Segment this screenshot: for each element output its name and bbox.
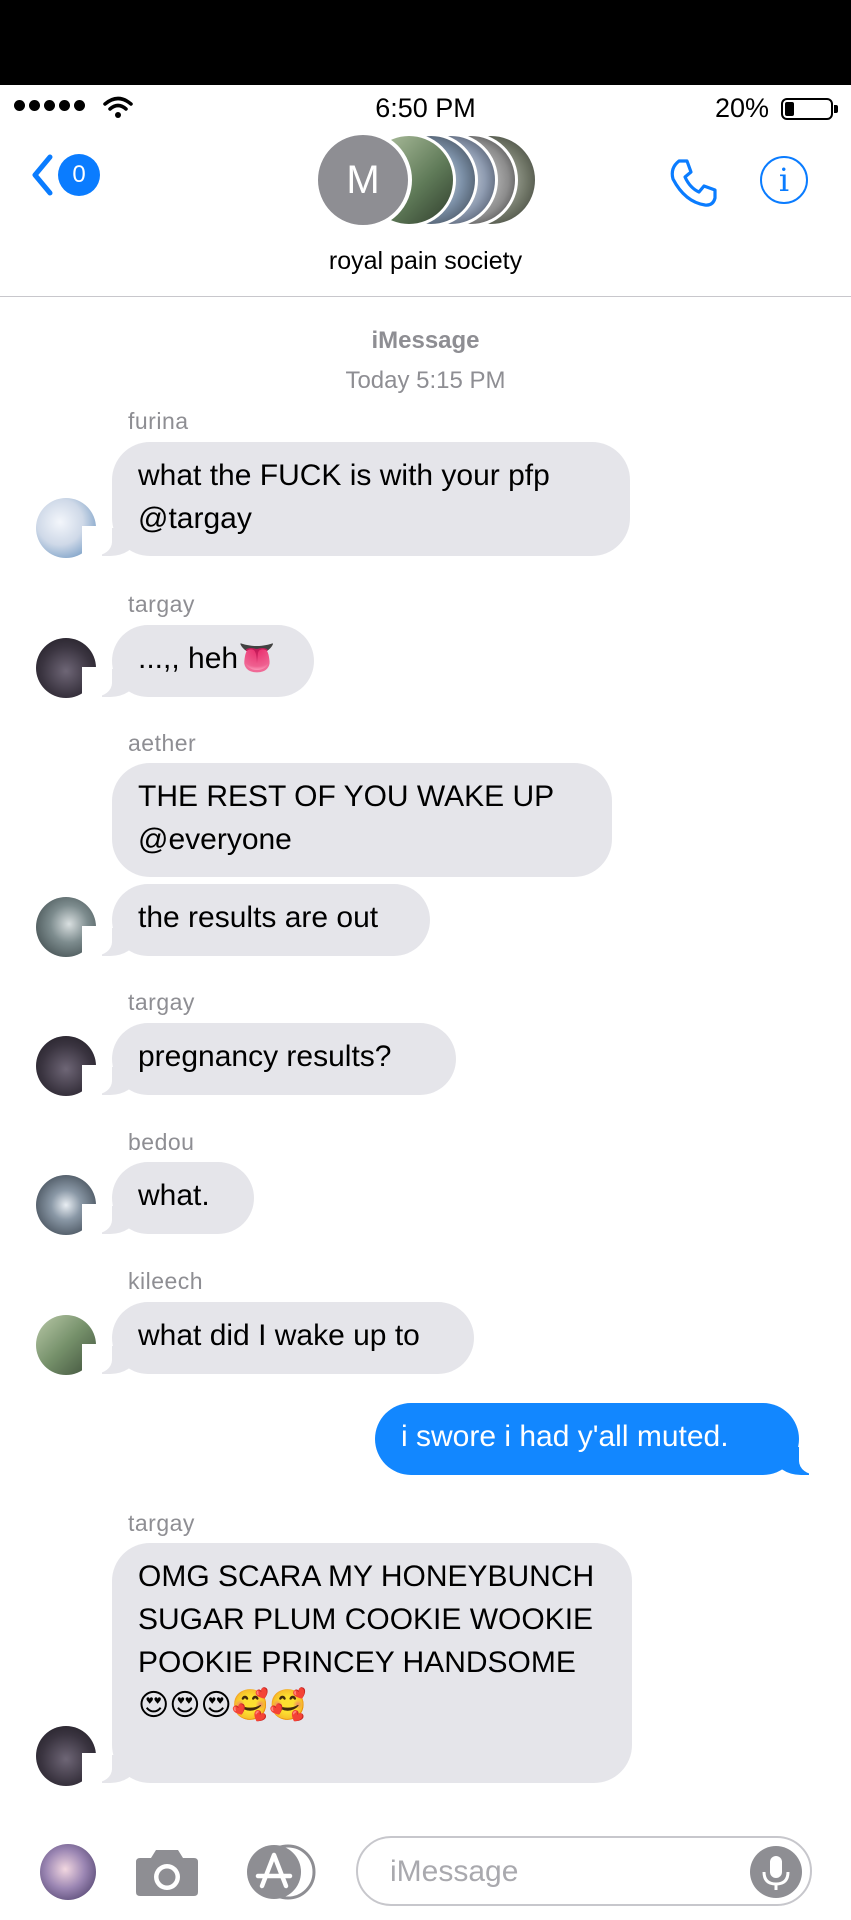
battery-level (785, 102, 794, 116)
sender-name: targay (128, 989, 195, 1015)
avatar[interactable] (40, 1844, 96, 1900)
sender-name: targay (128, 591, 195, 617)
compose-bar (0, 1820, 851, 1920)
message-bubble[interactable]: what. (82, 1162, 254, 1234)
battery-percent: 20% (714, 93, 769, 123)
message-text: OMG SCARA MY HONEYBUNCH SUGAR PLUM COOKI… (138, 1560, 595, 1722)
group-name[interactable]: royal pain society (0, 247, 851, 276)
sender-name: bedou (128, 1129, 195, 1155)
phone-icon[interactable] (665, 155, 721, 211)
microphone-button[interactable] (750, 1846, 802, 1898)
message-text: ...,, heh👅 (138, 642, 276, 675)
back-chevron-icon (32, 154, 53, 196)
message-text: what did I wake up to (138, 1319, 420, 1352)
message-bubble[interactable]: what did I wake up to (82, 1302, 474, 1374)
message-input[interactable] (388, 1848, 722, 1896)
message-bubble[interactable]: THE REST OF YOU WAKE UP @everyone (112, 763, 612, 877)
camera-icon[interactable] (134, 1844, 200, 1898)
message-text: THE REST OF YOU WAKE UP @everyone (138, 780, 554, 856)
message-field[interactable] (356, 1836, 812, 1906)
service-label: iMessage (371, 327, 480, 354)
message-bubble[interactable]: what the FUCK is with your pfp @targay (82, 442, 630, 556)
message-bubble[interactable]: ...,, heh👅 (82, 625, 314, 697)
message-text: i swore i had y'all muted. (401, 1420, 729, 1453)
battery-icon (781, 98, 838, 120)
sender-name: kileech (128, 1268, 204, 1294)
message-text: what the FUCK is with your pfp @targay (138, 459, 550, 535)
top-black-bar (0, 0, 851, 85)
group-initial-avatar: M (314, 131, 412, 229)
sender-name: aether (128, 730, 197, 756)
sender-name: targay (128, 1510, 195, 1536)
outgoing-message-bubble[interactable]: i swore i had y'all muted. (375, 1403, 829, 1475)
message-text: the results are out (138, 901, 379, 934)
group-avatar-stack[interactable]: M (314, 131, 544, 231)
status-bar: 6:50 PM 20% (0, 85, 851, 131)
message-text: what. (138, 1179, 210, 1212)
info-icon[interactable]: i (760, 156, 808, 204)
microphone-icon (762, 1856, 790, 1890)
conversation-timestamp: Today 5:15 PM (345, 367, 506, 394)
message-bubble[interactable]: pregnancy results? (82, 1023, 456, 1095)
message-bubble[interactable]: the results are out (82, 884, 430, 956)
sender-name: furina (128, 408, 189, 434)
back-button[interactable]: 0 (30, 153, 100, 197)
message-text: pregnancy results? (138, 1040, 392, 1073)
app-store-icon[interactable] (244, 1844, 320, 1900)
unread-badge: 0 (58, 154, 100, 196)
conversation-header: 0 M royal pain society i (0, 131, 851, 297)
message-bubble[interactable]: OMG SCARA MY HONEYBUNCH SUGAR PLUM COOKI… (82, 1543, 632, 1783)
